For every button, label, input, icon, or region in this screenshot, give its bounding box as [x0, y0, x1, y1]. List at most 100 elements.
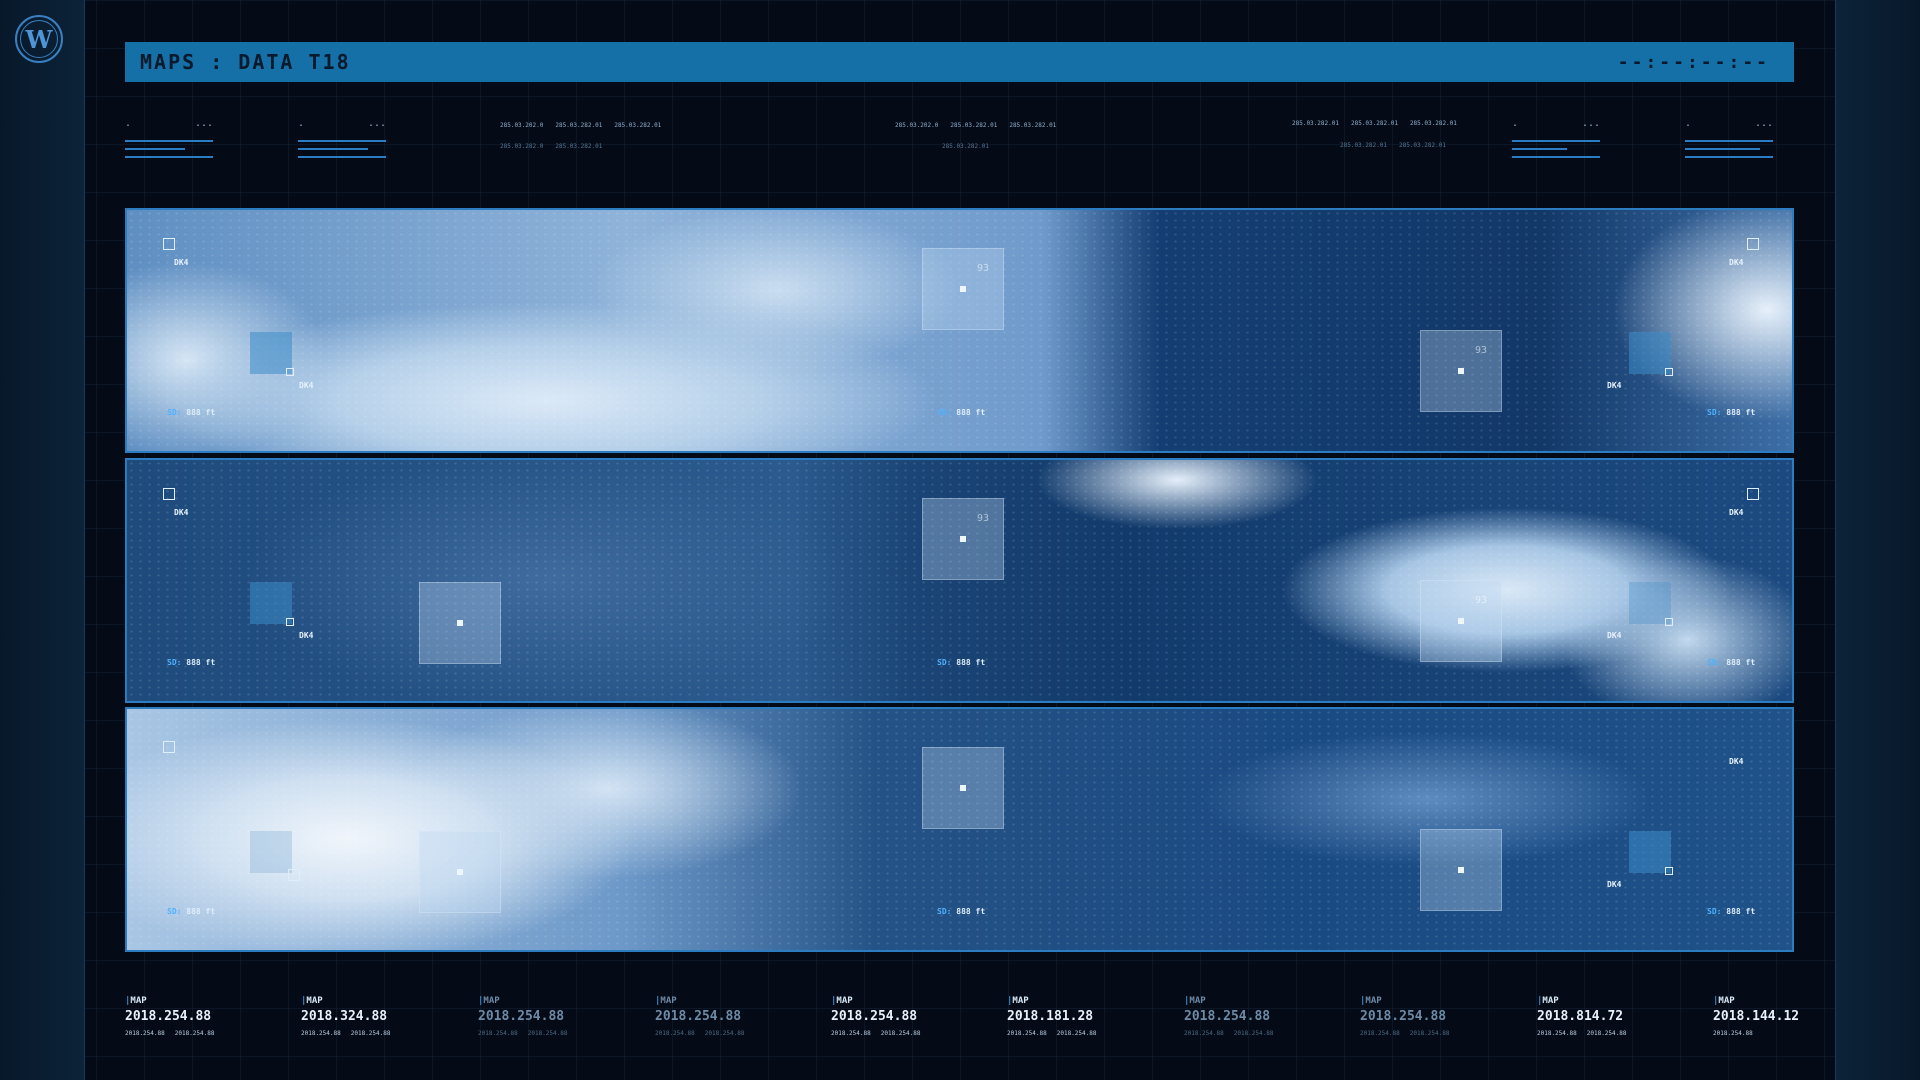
- depth-readout: SD: 888 ft: [167, 907, 216, 916]
- focus-dot: [960, 785, 966, 791]
- code-text: 285.03.282.01: [1292, 120, 1339, 127]
- depth-readout: SD: 888 ft: [937, 907, 986, 916]
- code-text: 285.03.282.01: [614, 122, 662, 129]
- marker-block[interactable]: [250, 831, 300, 881]
- marker-block[interactable]: [250, 582, 294, 626]
- map-value: 2018.254.88: [1360, 1009, 1447, 1024]
- map-tag: MAP: [1012, 996, 1029, 1006]
- marker-label: DK4: [1729, 757, 1744, 766]
- focus-square[interactable]: 93: [1420, 330, 1502, 412]
- ticker-mark: .: [298, 118, 305, 129]
- target-box-icon[interactable]: [1747, 238, 1759, 250]
- pin-icon: [1665, 368, 1673, 376]
- satellite-map-panel-2[interactable]: DK4 DK4 93 93 DK4 DK4 SD: 888 ft SD: 888…: [125, 458, 1794, 703]
- right-side-rail: [1835, 0, 1920, 1080]
- footer-map-item[interactable]: |MAP 2018.254.88 2018.254.88 2018.254.88: [1184, 996, 1354, 1037]
- pin-icon: [1665, 618, 1673, 626]
- map-sub-value: 2018.254.88: [1360, 1030, 1400, 1037]
- marker-label: DK4: [174, 508, 189, 517]
- footer-map-item[interactable]: |MAP 2018.181.28 2018.254.88 2018.254.88: [1007, 996, 1177, 1037]
- clock-readout: --:--:--:--: [1617, 51, 1770, 73]
- focus-square[interactable]: [419, 582, 501, 664]
- map-sub-value: 2018.254.88: [1056, 1030, 1097, 1037]
- map-sub-value: 2018.254.88: [1233, 1030, 1274, 1037]
- map-sub-value: 2018.254.88: [125, 1030, 165, 1037]
- code-text: 285.03.282.01: [555, 122, 603, 129]
- code-text: 285.03.282.0: [500, 143, 544, 150]
- depth-readout: SD: 888 ft: [937, 408, 986, 417]
- focus-number: 93: [1474, 595, 1487, 606]
- footer-map-item[interactable]: |MAP 2018.254.88 2018.254.88 2018.254.88: [655, 996, 825, 1037]
- marker-label: DK4: [1607, 381, 1622, 390]
- focus-dot: [457, 620, 463, 626]
- target-box-icon[interactable]: [163, 488, 175, 500]
- marker-label: DK4: [299, 631, 314, 640]
- code-row: 285.03.202.0 285.03.282.01 285.03.282.01: [895, 122, 1056, 129]
- footer-map-item[interactable]: |MAP 2018.254.88 2018.254.88 2018.254.88: [1360, 996, 1530, 1037]
- footer-map-item[interactable]: |MAP 2018.254.88 2018.254.88 2018.254.88: [478, 996, 648, 1037]
- ticker-mark: .: [1685, 118, 1692, 129]
- focus-number: 93: [976, 263, 989, 274]
- footer-map-item[interactable]: |MAP 2018.144.12 2018.254.88: [1713, 996, 1799, 1037]
- footer-map-item[interactable]: |MAP 2018.324.88 2018.254.88 2018.254.88: [301, 996, 471, 1037]
- code-text: 285.03.282.01: [942, 143, 989, 150]
- focus-square[interactable]: 93: [922, 498, 1004, 580]
- code-row: 285.03.282.01 285.03.282.01: [1340, 142, 1446, 149]
- pin-icon: [288, 869, 300, 881]
- footer-map-item[interactable]: |MAP 2018.814.72 2018.254.88 2018.254.88: [1537, 996, 1707, 1037]
- code-row: 285.03.282.01: [942, 143, 989, 150]
- ticker-dots: ...: [367, 118, 386, 129]
- ticker-bar: [298, 156, 386, 158]
- title-bar: MAPS : DATA T18 --:--:--:--: [125, 42, 1794, 82]
- depth-readout: SD: 888 ft: [167, 658, 216, 667]
- ticker-bar: [1685, 148, 1760, 150]
- footer-map-item[interactable]: |MAP 2018.254.88 2018.254.88 2018.254.88: [125, 996, 295, 1037]
- pin-icon: [1665, 867, 1673, 875]
- ticker-group-1: ....: [125, 118, 213, 168]
- marker-block[interactable]: [1629, 332, 1673, 376]
- map-sub-value: 2018.254.88: [1713, 1030, 1753, 1037]
- focus-number: 93: [976, 513, 989, 524]
- marker-block[interactable]: [1629, 582, 1673, 626]
- ticker-group-4: ....: [1685, 118, 1773, 168]
- marker-block[interactable]: [1629, 831, 1673, 875]
- code-text: 285.03.282.01: [1409, 120, 1457, 127]
- ticker-bar: [298, 148, 368, 150]
- footer-map-item[interactable]: |MAP 2018.254.88 2018.254.88 2018.254.88: [831, 996, 1001, 1037]
- code-row: 285.03.282.01 285.03.282.01 285.03.282.0…: [1292, 120, 1457, 127]
- ticker-group-3: ....: [1512, 118, 1600, 168]
- satellite-map-panel-1[interactable]: DK4 DK4 93 93 DK4 DK4 SD: 888 ft SD: 888…: [125, 208, 1794, 453]
- map-tag: MAP: [836, 996, 853, 1006]
- ticker-bar: [1685, 140, 1773, 142]
- ticker-bar: [1512, 156, 1600, 158]
- target-box-icon[interactable]: [163, 238, 175, 250]
- focus-dot: [1458, 618, 1464, 624]
- ticker-bar: [1512, 148, 1567, 150]
- focus-square[interactable]: 93: [922, 248, 1004, 330]
- focus-square[interactable]: [922, 747, 1004, 829]
- code-text: 285.03.202.0: [895, 122, 939, 129]
- code-text: 285.03.282.01: [555, 143, 603, 150]
- logo-letter: W: [20, 20, 58, 58]
- focus-dot: [1458, 867, 1464, 873]
- map-sub-value: 2018.254.88: [655, 1030, 695, 1037]
- ticker-group-2: ....: [298, 118, 386, 168]
- pin-icon: [286, 368, 294, 376]
- map-sub-value: 2018.254.88: [1586, 1030, 1627, 1037]
- focus-square[interactable]: [1420, 829, 1502, 911]
- target-box-icon[interactable]: [163, 741, 175, 753]
- map-sub-value: 2018.254.88: [880, 1030, 921, 1037]
- map-value: 2018.324.88: [301, 1009, 388, 1024]
- ticker-bar: [125, 140, 213, 142]
- ticker-bar: [1512, 140, 1600, 142]
- focus-square[interactable]: 93: [1420, 580, 1502, 662]
- depth-readout: SD: 888 ft: [1707, 658, 1756, 667]
- marker-block[interactable]: [250, 332, 294, 376]
- target-box-icon[interactable]: [1747, 488, 1759, 500]
- left-side-rail: [0, 0, 85, 1080]
- depth-readout: SD: 888 ft: [1707, 907, 1756, 916]
- brand-logo-icon[interactable]: W: [15, 15, 63, 63]
- focus-square[interactable]: [419, 831, 501, 913]
- map-sub-value: 2018.254.88: [350, 1030, 391, 1037]
- satellite-map-panel-3[interactable]: DK4 DK4 SD: 888 ft SD: 888 ft SD: 888 ft: [125, 707, 1794, 952]
